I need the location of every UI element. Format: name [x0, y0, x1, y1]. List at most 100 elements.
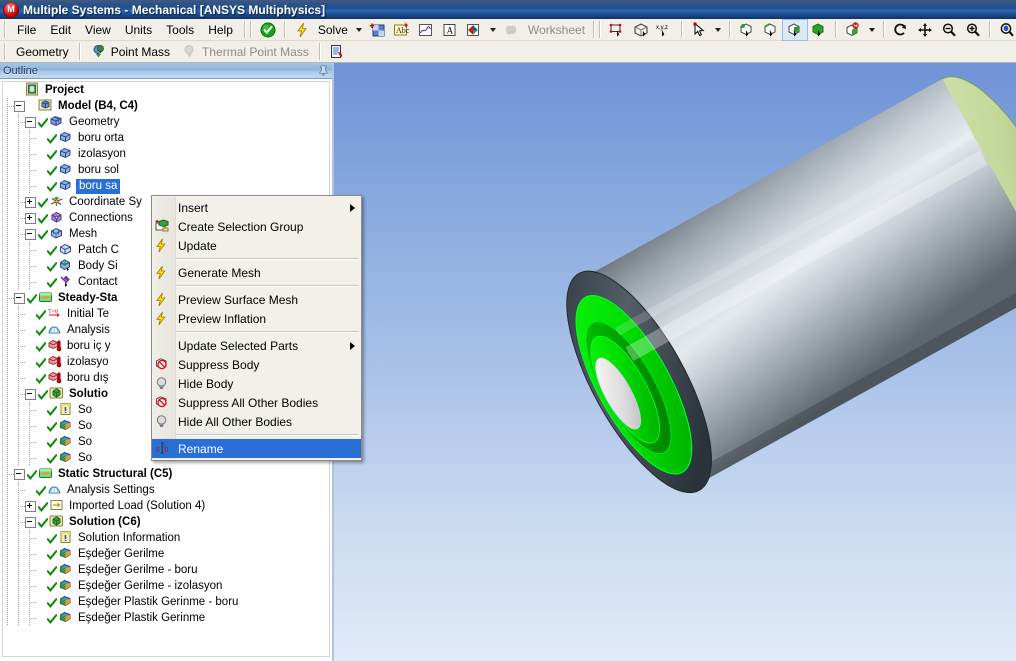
context-menu-item-label: Create Selection Group: [178, 219, 304, 234]
context-menu-item[interactable]: Create Selection Group: [152, 217, 361, 236]
context-menu-item[interactable]: Update Selected Parts: [152, 336, 361, 355]
new-annotation-button[interactable]: A: [438, 20, 462, 40]
section-dropdown-caret-icon[interactable]: [489, 27, 496, 32]
pipe-with-insulation-3d-model[interactable]: [334, 63, 1016, 661]
worksheet-label[interactable]: Worksheet: [524, 20, 589, 40]
show-vertices-button[interactable]: [605, 20, 629, 40]
box-zoom-button[interactable]: [961, 20, 985, 40]
graphics-viewport[interactable]: [334, 63, 1016, 661]
tree-item[interactable]: Model (B4, C4): [3, 98, 329, 114]
new-comment-button[interactable]: Abc: [390, 20, 414, 40]
body-context-menu[interactable]: Insert Create Selection Group Update Genera…: [151, 195, 362, 461]
menu-tools[interactable]: Tools: [159, 21, 201, 39]
zoom-button[interactable]: [937, 20, 961, 40]
tree-item[interactable]: boru sa: [3, 178, 329, 194]
validate-button[interactable]: [256, 20, 280, 40]
rotate-button[interactable]: [889, 20, 913, 40]
select-mode-caret-icon[interactable]: [715, 27, 722, 32]
tree-item[interactable]: Solution Information: [3, 530, 329, 546]
toolbar-separator-7: [883, 21, 886, 38]
new-section-plane-button[interactable]: [462, 20, 486, 40]
tree-item[interactable]: Analysis Settings: [3, 482, 329, 498]
tree-item[interactable]: boru sol: [3, 162, 329, 178]
ctx-point-mass-button[interactable]: Point Mass: [85, 43, 176, 60]
ctx-geometry-button[interactable]: Geometry: [10, 44, 75, 60]
tree-expander-collapse[interactable]: [14, 100, 25, 112]
tree-status-check-icon: [46, 404, 58, 417]
svg-text:b: b: [164, 443, 169, 453]
show-mesh-button[interactable]: x,y,z: [653, 20, 677, 40]
menu-file[interactable]: File: [10, 21, 43, 39]
tree-item[interactable]: Eşdeğer Plastik Gerinme - boru: [3, 594, 329, 610]
tree-expander-collapse[interactable]: [25, 228, 36, 240]
tree-item[interactable]: Project: [3, 82, 329, 98]
tree-expander-expand[interactable]: [25, 500, 36, 512]
tree-item[interactable]: Eşdeğer Plastik Gerinme: [3, 610, 329, 626]
tree-item[interactable]: Geometry: [3, 114, 329, 130]
extend-dropdown-caret-icon[interactable]: [869, 27, 876, 32]
wireframe-button[interactable]: [629, 20, 653, 40]
menu-units[interactable]: Units: [118, 21, 159, 39]
context-menu-item[interactable]: Insert: [152, 198, 361, 217]
solve-dropdown-caret-icon[interactable]: [355, 27, 362, 32]
tree-expander-expand[interactable]: [25, 212, 36, 224]
context-menu-item[interactable]: Hide All Other Bodies: [152, 412, 361, 431]
tree-expander-collapse[interactable]: [14, 292, 25, 304]
tree-item[interactable]: Static Structural (C5): [3, 466, 329, 482]
select-edge-button[interactable]: [759, 20, 783, 40]
tree-item[interactable]: Eşdeğer Gerilme - izolasyon: [3, 578, 329, 594]
lightning-icon: [154, 292, 174, 308]
pan-button[interactable]: [913, 20, 937, 40]
toolbar-separator-1: [243, 21, 246, 38]
tree-item[interactable]: Solution (C6): [3, 514, 329, 530]
context-menu-item[interactable]: Generate Mesh: [152, 263, 361, 282]
new-figure-button[interactable]: [414, 20, 438, 40]
extend-selection-button[interactable]: [841, 20, 865, 40]
select-face-button[interactable]: [782, 18, 809, 41]
tree-expander-collapse[interactable]: [14, 468, 25, 480]
tree-expander-collapse[interactable]: [25, 388, 36, 400]
context-menu-item[interactable]: Update: [152, 236, 361, 255]
tree-guide: [14, 594, 25, 610]
worksheet-report-button[interactable]: [325, 42, 349, 62]
select-vertex-button[interactable]: [735, 20, 759, 40]
solve-label[interactable]: Solve: [314, 20, 352, 40]
tree-item[interactable]: Eşdeğer Gerilme - boru: [3, 562, 329, 578]
tree-guide: [14, 402, 25, 418]
tree-item[interactable]: izolasyon: [3, 146, 329, 162]
select-mode-button[interactable]: [687, 20, 711, 40]
tree-item-label: Eşdeğer Gerilme - boru: [78, 563, 198, 576]
tree-guide: [3, 354, 14, 370]
tree-guide: [14, 562, 25, 578]
tree-item[interactable]: boru orta: [3, 130, 329, 146]
tree-expander-collapse[interactable]: [25, 516, 36, 528]
tree-expander-expand[interactable]: [25, 196, 36, 208]
context-menu-item[interactable]: Preview Surface Mesh: [152, 290, 361, 309]
result-icon: [58, 594, 76, 611]
tree-item[interactable]: Eşdeğer Gerilme: [3, 546, 329, 562]
auto-hide-pin-icon[interactable]: [318, 65, 329, 76]
new-chart-button[interactable]: [366, 20, 390, 40]
ctxbar-separator-2: [318, 43, 321, 60]
context-menu-item[interactable]: Preview Inflation: [152, 309, 361, 328]
tree-guide: [3, 498, 14, 514]
tree-item-label: Patch C: [78, 243, 119, 256]
zoom-to-fit-button[interactable]: [995, 20, 1016, 40]
result-icon: [58, 434, 76, 451]
menu-view[interactable]: View: [78, 21, 118, 39]
ctx-thermal-point-mass-button[interactable]: Thermal Point Mass: [176, 43, 315, 60]
context-menu-item[interactable]: a b Rename: [152, 439, 361, 458]
solve-button[interactable]: [290, 20, 314, 40]
tree-status-check-icon: [46, 596, 58, 609]
select-body-button[interactable]: [807, 20, 831, 40]
menu-edit[interactable]: Edit: [43, 21, 78, 39]
context-menu-item[interactable]: Suppress Body: [152, 355, 361, 374]
tree-expander-collapse[interactable]: [25, 116, 36, 128]
context-menu-item[interactable]: Suppress All Other Bodies: [152, 393, 361, 412]
menu-help[interactable]: Help: [201, 21, 240, 39]
context-menu-item[interactable]: Hide Body: [152, 374, 361, 393]
tree-guide: [14, 322, 25, 338]
tree-item[interactable]: Imported Load (Solution 4): [3, 498, 329, 514]
geometry-icon: [49, 114, 67, 131]
worksheet-button[interactable]: [500, 20, 524, 40]
